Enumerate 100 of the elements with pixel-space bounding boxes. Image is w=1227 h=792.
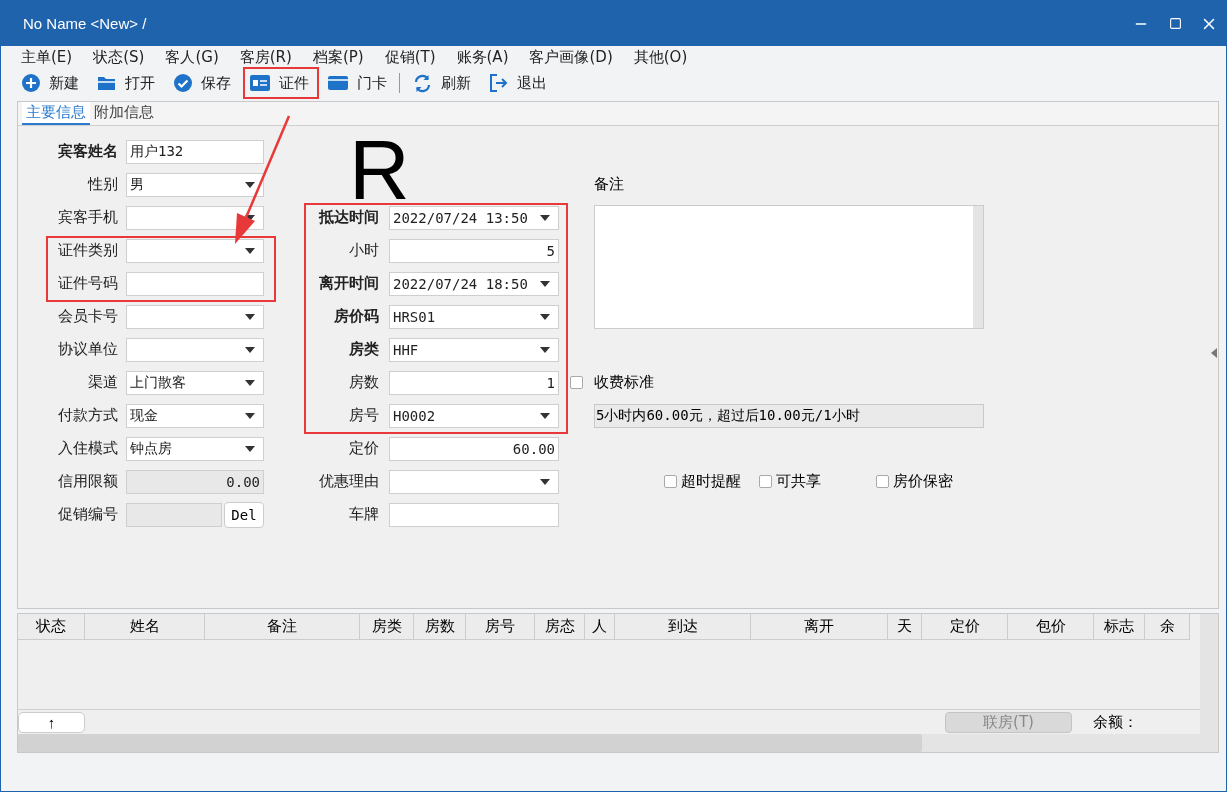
checkbox-label: 收费标准 xyxy=(594,373,655,392)
dropdown-field[interactable] xyxy=(126,205,264,230)
dropdown-field[interactable]: 现金 xyxy=(126,403,264,428)
column-header[interactable]: 到达 xyxy=(615,614,751,640)
caret-icon xyxy=(540,412,550,419)
column-header[interactable]: 包价 xyxy=(1008,614,1094,640)
toolbar-button[interactable]: 打开 xyxy=(91,67,165,99)
dropdown-field[interactable]: 男 xyxy=(126,172,264,197)
collapse-icon[interactable] xyxy=(1211,348,1217,358)
checkbox[interactable] xyxy=(664,475,677,488)
column-header[interactable]: 定价 xyxy=(922,614,1008,640)
column-header[interactable]: 房态 xyxy=(535,614,585,640)
menu-item[interactable]: 促销(T) xyxy=(384,47,436,67)
notes-label: 备注 xyxy=(594,175,625,194)
tab[interactable]: 附加信息 xyxy=(90,102,158,125)
balance-label: 余额： xyxy=(1093,712,1138,732)
card-icon xyxy=(328,76,348,90)
checkbox-label: 超时提醒 xyxy=(681,472,741,491)
plus-icon xyxy=(22,74,40,92)
checkbox[interactable] xyxy=(570,376,583,389)
column-header[interactable]: 余 xyxy=(1145,614,1190,640)
toolbar-button[interactable]: 保存 xyxy=(167,67,241,99)
column-header[interactable]: 房号 xyxy=(466,614,535,640)
toolbar-button[interactable]: 门卡 xyxy=(321,67,397,99)
field-label: 抵达时间 xyxy=(317,208,380,227)
marker-letter: R xyxy=(349,139,410,201)
checkbox[interactable] xyxy=(759,475,772,488)
field-label: 性别 xyxy=(86,175,119,194)
checkbox-label: 房价保密 xyxy=(893,472,953,491)
caret-icon xyxy=(245,313,255,320)
tab[interactable]: 主要信息 xyxy=(22,102,90,125)
column-header[interactable]: 房数 xyxy=(414,614,466,640)
number-field[interactable]: 60.00 xyxy=(389,436,559,461)
dropdown-field[interactable]: 2022/07/24 13:50 xyxy=(389,205,559,230)
caret-icon xyxy=(245,445,255,452)
field-label: 优惠理由 xyxy=(318,472,380,491)
column-header[interactable]: 姓名 xyxy=(85,614,205,640)
menu-item[interactable]: 状态(S) xyxy=(93,47,145,67)
column-header[interactable]: 标志 xyxy=(1094,614,1145,640)
menu-item[interactable]: 其他(O) xyxy=(633,47,688,67)
field-label: 离开时间 xyxy=(318,274,380,293)
menu-item[interactable]: 客户画像(D) xyxy=(529,47,613,67)
column-header[interactable]: 房类 xyxy=(360,614,414,640)
maximize-icon[interactable] xyxy=(1168,17,1182,30)
number-field[interactable]: 5 xyxy=(389,238,559,263)
scrollbar-thumb[interactable] xyxy=(18,734,922,752)
exit-icon xyxy=(490,74,508,92)
fee-standard-text: 5小时内60.00元，超过后10.00元/1小时 xyxy=(594,403,984,428)
dropdown-field[interactable] xyxy=(126,337,264,362)
field-label: 渠道 xyxy=(87,373,119,392)
toolbar-button[interactable]: 退出 xyxy=(483,67,557,99)
column-header[interactable]: 人 xyxy=(585,614,615,640)
menu-item[interactable]: 客人(G) xyxy=(165,47,219,67)
text-field[interactable]: 用户132 xyxy=(126,139,264,164)
field-label: 房号 xyxy=(348,406,380,425)
window-title: No Name <New> / xyxy=(23,15,148,32)
checkbox[interactable] xyxy=(876,475,889,488)
dropdown-field[interactable]: 钟点房 xyxy=(126,436,264,461)
readonly-field: 0.00 xyxy=(126,469,264,494)
toolbar-button[interactable]: 新建 xyxy=(15,67,89,99)
up-button[interactable]: ↑ xyxy=(18,711,85,733)
field-label: 证件号码 xyxy=(57,274,119,293)
dropdown-field[interactable]: HRS01 xyxy=(389,304,559,329)
caret-icon xyxy=(245,181,255,188)
number-field[interactable]: 1 xyxy=(389,370,559,395)
field-label: 付款方式 xyxy=(57,406,119,425)
field-label: 房数 xyxy=(348,373,380,392)
dropdown-field[interactable]: HHF xyxy=(389,337,559,362)
dropdown-field[interactable]: H0002 xyxy=(389,403,559,428)
text-field[interactable] xyxy=(126,271,264,296)
caret-icon xyxy=(245,247,255,254)
dropdown-field[interactable] xyxy=(126,304,264,329)
dropdown-field[interactable]: 上门散客 xyxy=(126,370,264,395)
toolbar-button[interactable]: 刷新 xyxy=(406,67,481,99)
column-header[interactable]: 离开 xyxy=(751,614,888,640)
field-label: 宾客姓名 xyxy=(57,142,119,161)
del-button[interactable]: Del xyxy=(224,501,264,528)
field-label: 会员卡号 xyxy=(57,307,119,326)
dropdown-field[interactable] xyxy=(126,238,264,263)
folder-icon xyxy=(98,75,116,91)
menu-item[interactable]: 主单(E) xyxy=(21,47,73,67)
menu-item[interactable]: 档案(P) xyxy=(312,47,364,67)
text-field[interactable] xyxy=(389,502,559,527)
toolbar-button[interactable]: 证件 xyxy=(243,67,319,99)
caret-icon xyxy=(540,478,550,485)
caret-icon xyxy=(245,346,255,353)
caret-icon xyxy=(245,412,255,419)
menu-item[interactable]: 客房(R) xyxy=(239,47,292,67)
notes-field[interactable] xyxy=(594,205,984,329)
menu-item[interactable]: 账务(A) xyxy=(456,47,509,67)
dropdown-field[interactable] xyxy=(389,469,559,494)
dropdown-field[interactable]: 2022/07/24 18:50 xyxy=(389,271,559,296)
field-label: 宾客手机 xyxy=(57,208,119,227)
field-label: 房价码 xyxy=(333,307,380,326)
field-label: 小时 xyxy=(348,241,380,260)
column-header[interactable]: 天 xyxy=(888,614,922,640)
caret-icon xyxy=(540,280,550,287)
column-header[interactable]: 备注 xyxy=(205,614,360,640)
field-label: 入住模式 xyxy=(57,439,119,458)
column-header[interactable]: 状态 xyxy=(18,614,85,640)
